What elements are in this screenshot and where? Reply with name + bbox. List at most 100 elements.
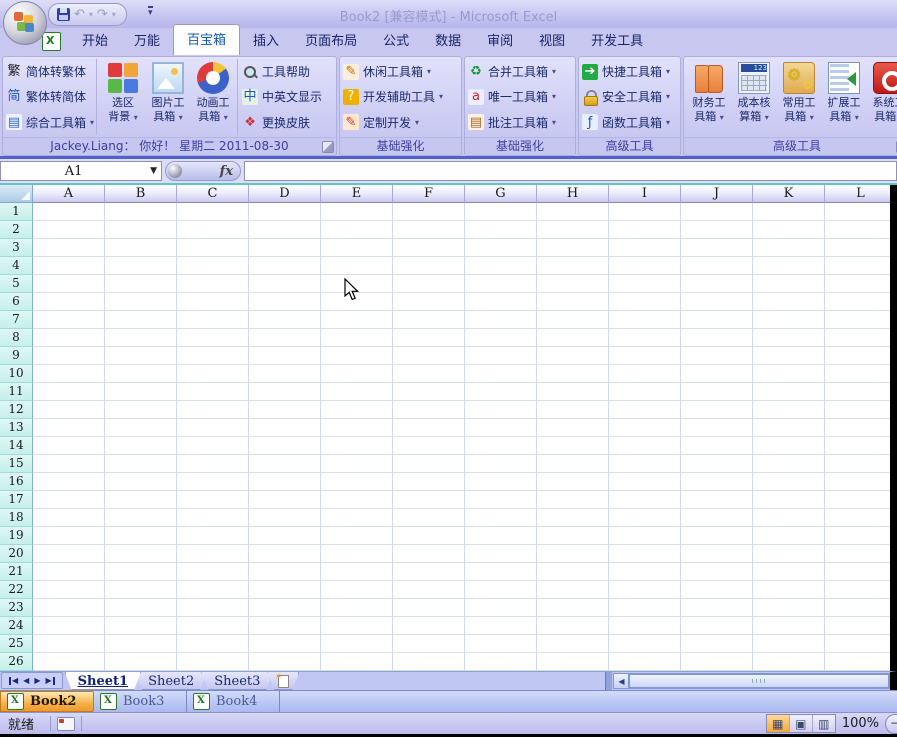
button-常用工具箱[interactable]: 常用工具箱 ▾: [777, 59, 821, 135]
dialog-launcher-icon[interactable]: [322, 141, 334, 153]
save-icon[interactable]: [57, 8, 70, 21]
column-header-J[interactable]: J: [681, 185, 753, 203]
first-sheet-icon[interactable]: ◀: [9, 677, 18, 685]
row-header-14[interactable]: 14: [0, 437, 33, 455]
insert-worksheet-tab[interactable]: [267, 672, 299, 690]
insert-function-button[interactable]: fx: [165, 161, 241, 181]
last-sheet-icon[interactable]: ▶: [45, 677, 54, 685]
button-繁体转简体[interactable]: 简繁体转简体: [6, 86, 94, 108]
next-sheet-icon[interactable]: ▶: [34, 677, 40, 685]
undo-dropdown-icon[interactable]: ▾: [89, 10, 93, 19]
button-开发辅助工具[interactable]: ?开发辅助工具▾: [343, 86, 443, 108]
row-header-17[interactable]: 17: [0, 491, 33, 509]
button-中英文显示[interactable]: 中中英文显示: [242, 86, 322, 108]
tab-数据[interactable]: 数据: [422, 25, 474, 55]
row-header-16[interactable]: 16: [0, 473, 33, 491]
undo-icon[interactable]: ↶: [74, 8, 85, 21]
column-header-C[interactable]: C: [177, 185, 249, 203]
button-财务工具箱[interactable]: 财务工具箱 ▾: [687, 59, 731, 135]
row-header-23[interactable]: 23: [0, 599, 33, 617]
column-header-B[interactable]: B: [105, 185, 177, 203]
row-header-15[interactable]: 15: [0, 455, 33, 473]
tab-插入[interactable]: 插入: [240, 25, 292, 55]
tab-开发工具[interactable]: 开发工具: [578, 25, 656, 55]
page-break-view-icon[interactable]: ▥: [813, 715, 835, 732]
tab-百宝箱[interactable]: 百宝箱: [173, 24, 240, 55]
tab-公式[interactable]: 公式: [370, 25, 422, 55]
column-header-K[interactable]: K: [753, 185, 825, 203]
row-header-6[interactable]: 6: [0, 293, 33, 311]
scrollbar-thumb[interactable]: [629, 674, 889, 688]
formula-input[interactable]: [244, 161, 897, 181]
row-header-22[interactable]: 22: [0, 581, 33, 599]
button-函数工具箱[interactable]: ƒ函数工具箱▾: [582, 111, 670, 133]
row-header-25[interactable]: 25: [0, 635, 33, 653]
button-快捷工具箱[interactable]: ➔快捷工具箱▾: [582, 61, 670, 83]
scroll-left-icon[interactable]: ◀: [614, 674, 629, 688]
tab-万能[interactable]: 万能: [121, 25, 173, 55]
button-唯一工具箱[interactable]: a唯一工具箱▾: [468, 86, 556, 108]
worksheet-cells[interactable]: [33, 203, 890, 671]
qat-customize-icon[interactable]: ▾: [148, 6, 153, 18]
prev-sheet-icon[interactable]: ◀: [23, 677, 29, 685]
button-系统工具箱[interactable]: 系统工具箱 ▾: [867, 59, 897, 135]
taskbar-item-Book4[interactable]: Book4: [187, 691, 280, 712]
sheet-tab-Sheet3[interactable]: Sheet3: [201, 672, 273, 690]
name-box-dropdown-icon[interactable]: ▼: [146, 166, 161, 176]
column-header-I[interactable]: I: [609, 185, 681, 203]
tab-页面布局[interactable]: 页面布局: [292, 25, 370, 55]
row-header-26[interactable]: 26: [0, 653, 33, 671]
macro-record-icon[interactable]: [57, 717, 75, 731]
excel-addin-icon[interactable]: [42, 32, 61, 51]
button-更换皮肤[interactable]: ❖更换皮肤: [242, 111, 322, 133]
row-header-9[interactable]: 9: [0, 347, 33, 365]
row-header-19[interactable]: 19: [0, 527, 33, 545]
sheet-tab-Sheet1[interactable]: Sheet1: [65, 672, 141, 690]
taskbar-item-Book2[interactable]: Book2: [0, 691, 94, 712]
page-layout-view-icon[interactable]: ▣: [790, 715, 813, 732]
button-选区背景[interactable]: 选区背景 ▾: [101, 59, 145, 135]
button-安全工具箱[interactable]: 安全工具箱▾: [582, 86, 670, 108]
tab-开始[interactable]: 开始: [69, 25, 121, 55]
button-动画工具箱[interactable]: 动画工具箱 ▾: [191, 59, 235, 135]
tab-split-handle[interactable]: [605, 672, 612, 690]
button-图片工具箱[interactable]: 图片工具箱 ▾: [146, 59, 190, 135]
row-header-8[interactable]: 8: [0, 329, 33, 347]
sheet-tab-Sheet2[interactable]: Sheet2: [135, 672, 207, 690]
row-header-20[interactable]: 20: [0, 545, 33, 563]
row-header-18[interactable]: 18: [0, 509, 33, 527]
button-扩展工具箱[interactable]: 扩展工具箱 ▾: [822, 59, 866, 135]
button-成本核算箱[interactable]: 成本核算箱 ▾: [732, 59, 776, 135]
row-header-21[interactable]: 21: [0, 563, 33, 581]
horizontal-scrollbar[interactable]: ◀: [613, 673, 890, 689]
taskbar-item-Book3[interactable]: Book3: [94, 691, 187, 712]
row-header-10[interactable]: 10: [0, 365, 33, 383]
row-header-13[interactable]: 13: [0, 419, 33, 437]
tab-视图[interactable]: 视图: [526, 25, 578, 55]
row-header-7[interactable]: 7: [0, 311, 33, 329]
row-header-24[interactable]: 24: [0, 617, 33, 635]
button-工具帮助[interactable]: 工具帮助: [242, 61, 322, 83]
column-header-E[interactable]: E: [321, 185, 393, 203]
row-header-5[interactable]: 5: [0, 275, 33, 293]
zoom-out-icon[interactable]: −: [885, 714, 897, 734]
column-header-F[interactable]: F: [393, 185, 465, 203]
button-合并工具箱[interactable]: ♻合并工具箱▾: [468, 61, 556, 83]
column-header-H[interactable]: H: [537, 185, 609, 203]
button-综合工具箱[interactable]: ▤综合工具箱▾: [6, 111, 94, 133]
title-bar[interactable]: Book2 [兼容模式] - Microsoft Excel: [0, 0, 897, 28]
redo-icon[interactable]: ↷: [97, 8, 108, 21]
redo-dropdown-icon[interactable]: ▾: [112, 10, 116, 19]
column-header-D[interactable]: D: [249, 185, 321, 203]
button-定制开发[interactable]: ✎定制开发▾: [343, 111, 443, 133]
office-button[interactable]: [3, 1, 47, 45]
column-header-G[interactable]: G: [465, 185, 537, 203]
row-header-11[interactable]: 11: [0, 383, 33, 401]
name-box[interactable]: A1 ▼: [0, 161, 162, 181]
button-简体转繁体[interactable]: 繁简体转繁体: [6, 61, 94, 83]
row-header-2[interactable]: 2: [0, 221, 33, 239]
column-header-A[interactable]: A: [33, 185, 105, 203]
column-header-L[interactable]: L: [825, 185, 897, 203]
row-header-4[interactable]: 4: [0, 257, 33, 275]
select-all-corner[interactable]: [0, 185, 33, 203]
